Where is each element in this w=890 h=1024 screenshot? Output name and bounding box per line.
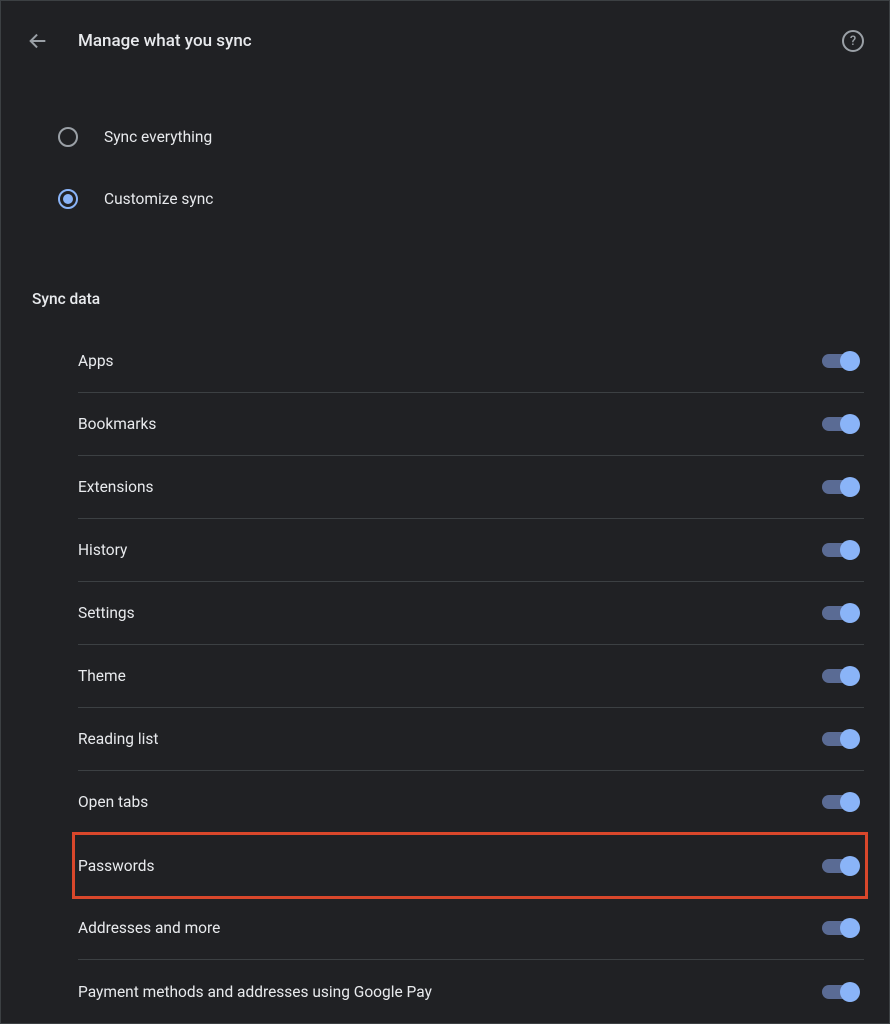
radio-customize-sync[interactable]: Customize sync (58, 168, 864, 230)
radio-circle-selected-icon (58, 189, 78, 209)
toggle-switch[interactable] (822, 792, 858, 812)
toggle-label: Bookmarks (78, 415, 156, 433)
toggle-label: Open tabs (78, 793, 148, 811)
toggle-row-extensions: Extensions (78, 456, 864, 519)
toggle-switch[interactable] (822, 982, 858, 1002)
toggle-switch[interactable] (822, 603, 858, 623)
toggle-thumb (840, 603, 860, 623)
toggle-switch[interactable] (822, 351, 858, 371)
sync-data-toggle-list: Apps Bookmarks Extensions History Settin… (26, 330, 864, 1023)
toggle-label: Theme (78, 667, 126, 685)
toggle-thumb (840, 666, 860, 686)
toggle-label: Extensions (78, 478, 154, 496)
toggle-thumb (840, 540, 860, 560)
toggle-switch[interactable] (822, 540, 858, 560)
toggle-thumb (840, 792, 860, 812)
toggle-row-apps: Apps (78, 330, 864, 393)
toggle-label: Addresses and more (78, 919, 220, 937)
toggle-row-passwords: Passwords (74, 834, 866, 897)
sync-mode-radio-group: Sync everything Customize sync (26, 106, 864, 230)
toggle-switch[interactable] (822, 414, 858, 434)
radio-circle-icon (58, 127, 78, 147)
toggle-row-settings: Settings (78, 582, 864, 645)
toggle-label: Apps (78, 352, 114, 370)
toggle-row-open-tabs: Open tabs (78, 771, 864, 834)
radio-dot-icon (63, 194, 73, 204)
toggle-thumb (840, 918, 860, 938)
toggle-switch[interactable] (822, 477, 858, 497)
header-left: Manage what you sync (26, 29, 252, 53)
toggle-label: History (78, 541, 127, 559)
toggle-row-theme: Theme (78, 645, 864, 708)
toggle-row-bookmarks: Bookmarks (78, 393, 864, 456)
toggle-thumb (840, 351, 860, 371)
toggle-row-addresses: Addresses and more (78, 897, 864, 960)
toggle-row-payment-methods: Payment methods and addresses using Goog… (78, 960, 864, 1023)
radio-sync-everything[interactable]: Sync everything (58, 106, 864, 168)
toggle-label: Passwords (78, 857, 154, 875)
help-icon[interactable]: ? (842, 30, 864, 52)
toggle-label: Payment methods and addresses using Goog… (78, 983, 432, 1001)
toggle-row-reading-list: Reading list (78, 708, 864, 771)
back-arrow-icon[interactable] (26, 29, 50, 53)
toggle-thumb (840, 729, 860, 749)
radio-label: Customize sync (104, 190, 213, 208)
toggle-switch[interactable] (822, 666, 858, 686)
toggle-switch[interactable] (822, 729, 858, 749)
section-title-sync-data: Sync data (26, 290, 864, 308)
toggle-row-history: History (78, 519, 864, 582)
toggle-thumb (840, 477, 860, 497)
radio-label: Sync everything (104, 128, 212, 146)
toggle-thumb (840, 982, 860, 1002)
toggle-switch[interactable] (822, 856, 858, 876)
toggle-thumb (840, 856, 860, 876)
page-title: Manage what you sync (78, 31, 252, 51)
page-header: Manage what you sync ? (26, 21, 864, 61)
toggle-thumb (840, 414, 860, 434)
toggle-switch[interactable] (822, 918, 858, 938)
toggle-label: Settings (78, 604, 135, 622)
toggle-label: Reading list (78, 730, 158, 748)
